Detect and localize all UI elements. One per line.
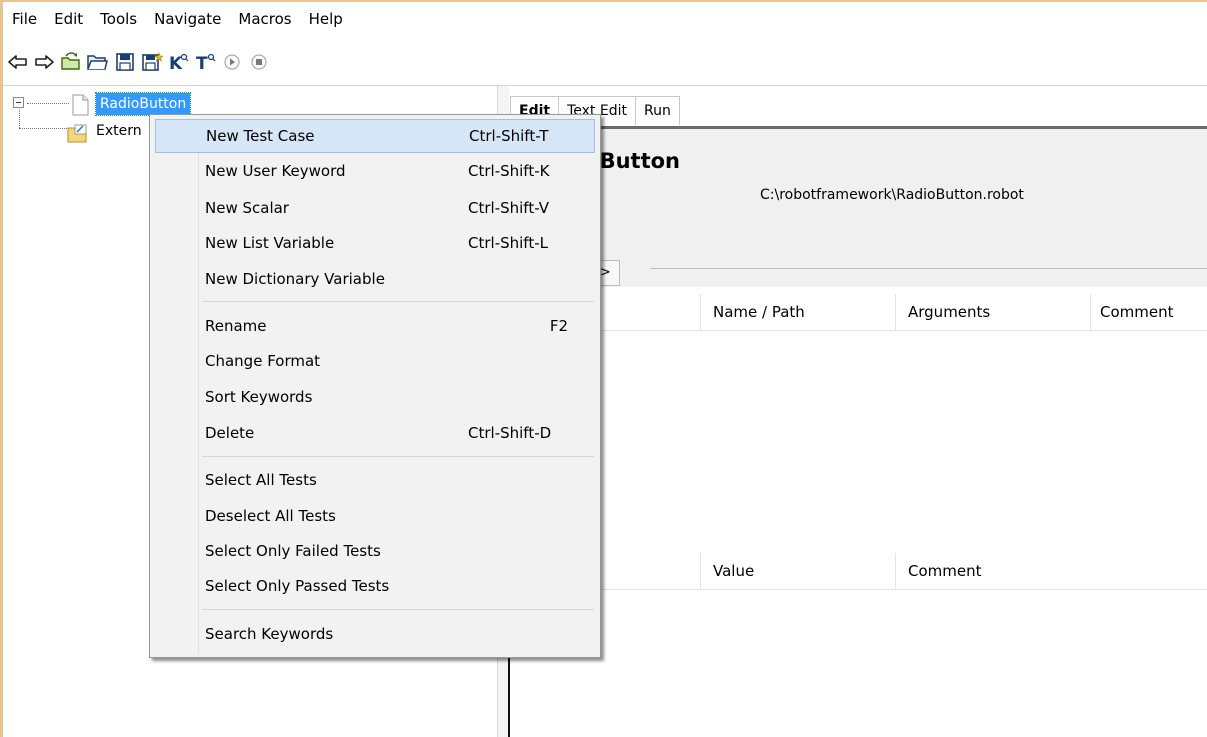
open-directory-icon[interactable] bbox=[59, 50, 83, 74]
file-icon bbox=[70, 94, 92, 116]
menu-separator bbox=[202, 609, 594, 610]
tree-guide-line bbox=[19, 128, 69, 129]
column-separator bbox=[895, 553, 896, 589]
context-menu: New Test Case Ctrl-Shift-T New User Keyw… bbox=[149, 114, 601, 658]
menu-item-new-dictionary-variable[interactable]: New Dictionary Variable bbox=[155, 262, 595, 296]
menu-item-label: Select Only Failed Tests bbox=[205, 542, 381, 560]
menu-item-label: New Scalar bbox=[205, 199, 289, 217]
column-name-path[interactable]: Name / Path bbox=[713, 294, 805, 330]
menu-item-shortcut: Ctrl-Shift-D bbox=[468, 424, 552, 442]
menu-item-shortcut: Ctrl-Shift-T bbox=[469, 127, 549, 145]
test-search-glyph: T bbox=[196, 54, 208, 72]
menu-edit[interactable]: Edit bbox=[45, 2, 91, 37]
keyword-search-icon[interactable]: K bbox=[167, 50, 191, 74]
menu-item-new-user-keyword[interactable]: New User Keyword Ctrl-Shift-K bbox=[155, 154, 595, 188]
column-separator bbox=[700, 294, 701, 330]
tree-guide-line bbox=[27, 103, 69, 104]
menu-item-label: Search Keywords bbox=[205, 625, 334, 643]
column-separator bbox=[895, 294, 896, 330]
menu-help[interactable]: Help bbox=[300, 2, 351, 37]
save-icon[interactable] bbox=[113, 50, 137, 74]
menu-separator bbox=[202, 456, 594, 457]
menu-item-label: New Dictionary Variable bbox=[205, 270, 385, 288]
keyword-search-glyph: K bbox=[169, 54, 183, 72]
menu-item-rename[interactable]: Rename F2 bbox=[155, 309, 595, 343]
menu-item-select-all-tests[interactable]: Select All Tests bbox=[155, 463, 595, 497]
tree-collapse-toggle[interactable] bbox=[13, 97, 24, 108]
menu-item-change-format[interactable]: Change Format bbox=[155, 344, 595, 378]
menu-item-label: Delete bbox=[205, 424, 255, 442]
menu-item-delete[interactable]: Delete Ctrl-Shift-D bbox=[155, 416, 595, 450]
column-arguments[interactable]: Arguments bbox=[908, 294, 990, 330]
column-comment[interactable]: Comment bbox=[1100, 294, 1174, 330]
menu-navigate[interactable]: Navigate bbox=[145, 2, 229, 37]
menu-item-new-scalar[interactable]: New Scalar Ctrl-Shift-V bbox=[155, 191, 595, 225]
variables-table-header: Value Comment bbox=[510, 553, 1207, 590]
menu-tools[interactable]: Tools bbox=[91, 2, 145, 37]
menu-separator bbox=[202, 301, 594, 302]
menu-item-shortcut: Ctrl-Shift-L bbox=[468, 234, 548, 252]
imports-table-header: Name / Path Arguments Comment bbox=[510, 294, 1207, 331]
test-search-icon[interactable]: T bbox=[194, 50, 218, 74]
menu-item-label: Select All Tests bbox=[205, 471, 317, 489]
menu-item-sort-keywords[interactable]: Sort Keywords bbox=[155, 380, 595, 414]
menu-macros[interactable]: Macros bbox=[229, 2, 299, 37]
column-separator bbox=[700, 553, 701, 589]
menu-item-label: New Test Case bbox=[206, 127, 315, 145]
menu-item-shortcut: F2 bbox=[549, 317, 568, 335]
menu-item-label: Rename bbox=[205, 317, 267, 335]
suite-source-path: C:\robotframework\RadioButton.robot bbox=[760, 187, 1024, 203]
settings-divider bbox=[650, 268, 1207, 269]
menu-item-new-test-case[interactable]: New Test Case Ctrl-Shift-T bbox=[155, 119, 595, 153]
menu-item-label: Sort Keywords bbox=[205, 388, 313, 406]
menu-file[interactable]: File bbox=[3, 2, 45, 37]
menu-item-label: Select Only Passed Tests bbox=[205, 577, 390, 595]
tab-run[interactable]: Run bbox=[634, 96, 680, 125]
stop-icon[interactable] bbox=[247, 50, 271, 74]
editor-panel: Button C:\robotframework\RadioButton.rob… bbox=[510, 126, 1207, 737]
forward-arrow-icon[interactable] bbox=[32, 50, 56, 74]
menu-bar: File Edit Tools Navigate Macros Help bbox=[3, 2, 1207, 37]
column-comment[interactable]: Comment bbox=[908, 553, 982, 589]
menu-item-label: New User Keyword bbox=[205, 162, 346, 180]
menu-item-shortcut: Ctrl-Shift-K bbox=[468, 162, 550, 180]
column-value[interactable]: Value bbox=[713, 553, 754, 589]
back-arrow-icon[interactable] bbox=[6, 50, 30, 74]
menu-item-label: New List Variable bbox=[205, 234, 335, 252]
external-resources-icon bbox=[66, 122, 90, 144]
menu-item-select-only-passed-tests[interactable]: Select Only Passed Tests bbox=[155, 569, 595, 603]
menu-item-new-list-variable[interactable]: New List Variable Ctrl-Shift-L bbox=[155, 226, 595, 260]
run-icon[interactable] bbox=[220, 50, 244, 74]
save-all-icon[interactable] bbox=[140, 50, 164, 74]
menu-item-shortcut: Ctrl-Shift-V bbox=[468, 199, 549, 217]
open-folder-icon[interactable] bbox=[85, 50, 109, 74]
menu-item-label: Deselect All Tests bbox=[205, 507, 336, 525]
menu-item-label: Change Format bbox=[205, 352, 321, 370]
toolbar: K T bbox=[3, 37, 1207, 86]
menu-item-deselect-all-tests[interactable]: Deselect All Tests bbox=[155, 499, 595, 533]
suite-header: Button C:\robotframework\RadioButton.rob… bbox=[510, 126, 1207, 287]
tree-item-radiobutton[interactable]: RadioButton bbox=[94, 92, 192, 116]
tree-item-external[interactable]: Extern bbox=[96, 122, 142, 140]
column-separator bbox=[1090, 294, 1091, 330]
menu-item-select-only-failed-tests[interactable]: Select Only Failed Tests bbox=[155, 534, 595, 568]
menu-item-search-keywords[interactable]: Search Keywords bbox=[155, 617, 595, 651]
